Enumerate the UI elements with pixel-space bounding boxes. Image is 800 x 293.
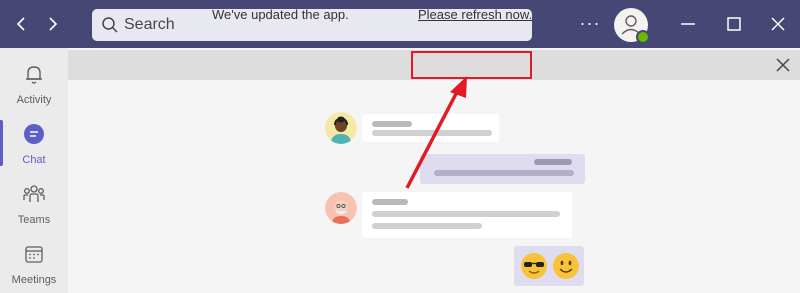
close-icon — [776, 58, 790, 72]
rail-label-chat: Chat — [22, 154, 46, 166]
calendar-icon — [25, 246, 43, 263]
close-icon — [771, 17, 785, 31]
minimize-icon — [681, 23, 695, 25]
profile-avatar[interactable] — [614, 8, 650, 44]
rail-item-teams[interactable]: Teams — [0, 172, 68, 234]
smiley-emoji-icon — [553, 253, 579, 279]
sent-message-bubble — [420, 154, 585, 184]
rail-label-teams: Teams — [17, 214, 51, 226]
back-button[interactable] — [10, 12, 34, 36]
maximize-button[interactable] — [722, 12, 746, 36]
search-icon — [102, 17, 118, 33]
dismiss-banner-button[interactable] — [774, 56, 792, 74]
message-line-placeholder — [372, 121, 412, 127]
title-bar: Search ··· — [0, 0, 800, 48]
search-placeholder: Search — [124, 16, 175, 33]
chevron-right-icon — [49, 17, 58, 31]
banner-message: We've updated the app. — [212, 7, 349, 22]
message-line-placeholder — [372, 211, 560, 217]
rail-item-meetings[interactable]: Meetings — [0, 232, 68, 293]
rail-label-activity: Activity — [16, 94, 52, 106]
app-rail: Activity Chat Teams Meetings — [0, 48, 68, 293]
message-line-placeholder — [372, 199, 408, 205]
forward-button[interactable] — [40, 12, 64, 36]
chevron-left-icon — [16, 17, 25, 31]
rail-label-meetings: Meetings — [11, 274, 57, 286]
highlight-box — [411, 51, 532, 79]
message-line-placeholder — [372, 223, 482, 229]
message-bubble — [362, 192, 572, 238]
refresh-now-link[interactable]: Please refresh now. — [418, 7, 532, 22]
message-line-placeholder — [534, 159, 572, 165]
message-line-placeholder — [434, 170, 574, 176]
teams-icon — [23, 185, 45, 202]
rail-item-chat[interactable]: Chat — [0, 112, 68, 174]
contact-avatar — [325, 112, 357, 144]
chat-icon — [24, 124, 44, 144]
minimize-button[interactable] — [676, 12, 700, 36]
message-bubble — [362, 114, 499, 142]
sent-emoji-message — [514, 246, 584, 286]
close-window-button[interactable] — [766, 12, 790, 36]
bell-icon — [26, 66, 42, 84]
rail-item-activity[interactable]: Activity — [0, 52, 68, 114]
contact-avatar — [325, 192, 357, 224]
maximize-icon — [727, 17, 741, 31]
chat-pane — [68, 80, 800, 293]
sunglasses-emoji-icon — [521, 253, 547, 279]
message-line-placeholder — [372, 130, 492, 136]
presence-available-icon — [636, 30, 650, 44]
more-options-button[interactable]: ··· — [577, 12, 603, 36]
